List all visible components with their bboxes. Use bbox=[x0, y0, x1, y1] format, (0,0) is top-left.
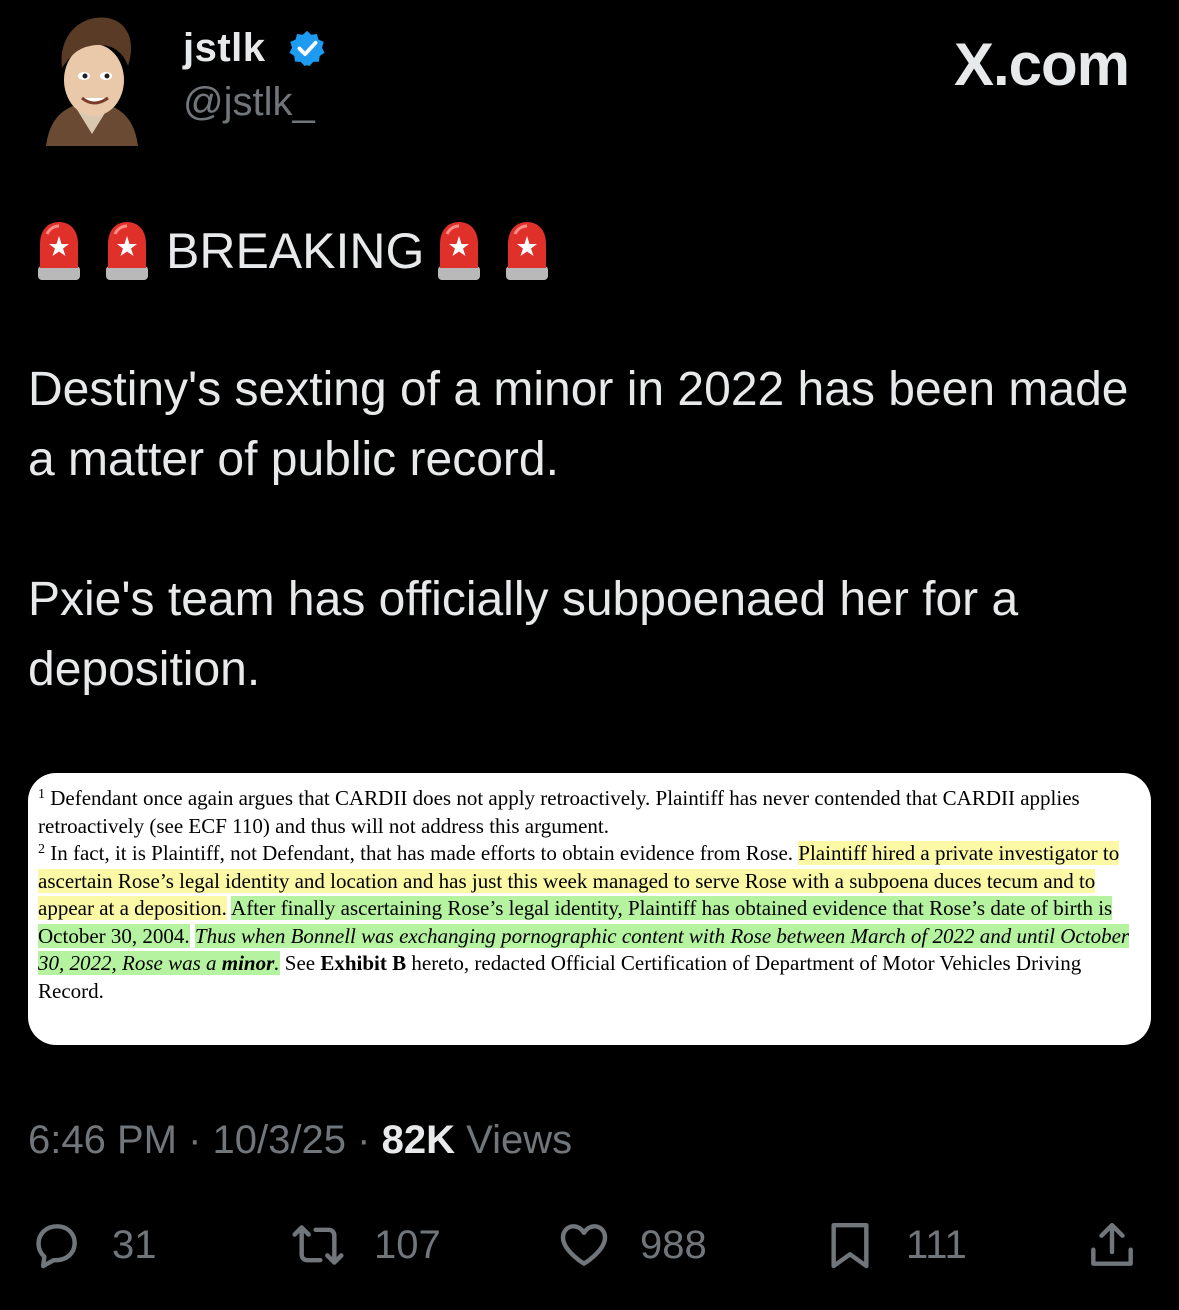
bookmark-button[interactable]: 111 bbox=[822, 1210, 967, 1280]
share-button[interactable] bbox=[1084, 1210, 1168, 1280]
bookmark-count: 111 bbox=[906, 1222, 967, 1267]
siren-emoji bbox=[38, 222, 80, 280]
footnote-2: 2 In fact, it is Plaintiff, not Defendan… bbox=[38, 841, 1130, 1003]
footnote-1: 1 Defendant once again argues that CARDI… bbox=[38, 786, 1080, 838]
post-date[interactable]: 10/3/25 bbox=[213, 1118, 346, 1162]
views-label: Views bbox=[466, 1118, 573, 1162]
reply-count: 31 bbox=[112, 1222, 157, 1267]
siren-emoji bbox=[438, 222, 481, 280]
repost-count: 107 bbox=[374, 1222, 441, 1267]
post-paragraph: Destiny's sexting of a minor in 2022 has… bbox=[28, 363, 1129, 486]
like-icon bbox=[560, 1224, 608, 1266]
post-paragraph: Pxie's team has officially subpoenaed he… bbox=[28, 573, 1019, 696]
post-metadata: 6:46 PM · 10/3/25 · 82K Views bbox=[28, 1118, 573, 1162]
breaking-label: BREAKING bbox=[166, 223, 425, 279]
post-time[interactable]: 6:46 PM bbox=[28, 1118, 177, 1162]
action-bar: 31 107 988 111 bbox=[0, 1210, 1179, 1280]
like-count: 988 bbox=[640, 1222, 707, 1267]
siren-emoji bbox=[506, 222, 549, 280]
repost-icon bbox=[292, 1225, 344, 1265]
like-button[interactable]: 988 bbox=[556, 1210, 707, 1280]
user-handle[interactable]: @jstlk_ bbox=[183, 80, 315, 125]
verified-badge-icon[interactable] bbox=[288, 29, 326, 67]
bookmark-icon bbox=[831, 1222, 869, 1269]
breaking-line: BREAKING bbox=[34, 218, 570, 284]
attached-document-image[interactable]: 1 Defendant once again argues that CARDI… bbox=[28, 773, 1151, 1045]
avatar[interactable] bbox=[36, 8, 148, 146]
siren-emoji bbox=[106, 222, 148, 280]
display-name[interactable]: jstlk bbox=[183, 26, 266, 71]
brand-watermark: X.com bbox=[953, 31, 1130, 98]
reply-icon bbox=[36, 1224, 77, 1269]
share-icon bbox=[1091, 1222, 1133, 1266]
repost-button[interactable]: 107 bbox=[290, 1210, 441, 1280]
views-count: 82K bbox=[381, 1118, 455, 1162]
reply-button[interactable]: 31 bbox=[28, 1210, 157, 1280]
